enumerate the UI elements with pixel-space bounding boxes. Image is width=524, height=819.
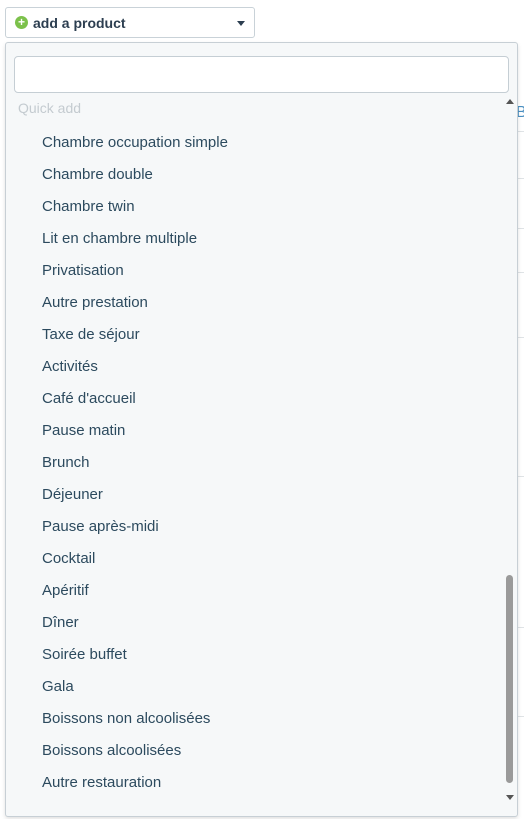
dropdown-option[interactable]: Dîner bbox=[6, 607, 502, 639]
dropdown-option[interactable]: Chambre twin bbox=[6, 191, 502, 223]
dropdown-option[interactable]: Pause après-midi bbox=[6, 511, 502, 543]
add-product-select[interactable]: + add a product bbox=[5, 7, 255, 38]
scrollbar-thumb[interactable] bbox=[506, 575, 513, 783]
dropdown-option[interactable]: Chambre double bbox=[6, 159, 502, 191]
background-divider bbox=[518, 337, 524, 338]
scroll-up-arrow-icon[interactable] bbox=[506, 99, 514, 104]
dropdown-option[interactable]: Gala bbox=[6, 671, 502, 703]
dropdown-option[interactable]: Autre restauration bbox=[6, 767, 502, 799]
search-input[interactable] bbox=[14, 56, 509, 93]
dropdown-option[interactable]: Cocktail bbox=[6, 543, 502, 575]
background-divider bbox=[518, 131, 524, 132]
option-list: Chambre occupation simple Chambre double… bbox=[6, 127, 502, 799]
product-dropdown: Quick add Chambre occupation simple Cham… bbox=[5, 42, 518, 817]
dropdown-option[interactable]: Chambre occupation simple bbox=[6, 127, 502, 159]
dropdown-option[interactable]: Déjeuner bbox=[6, 479, 502, 511]
dropdown-option[interactable]: Brunch bbox=[6, 447, 502, 479]
dropdown-option[interactable]: Autre prestation bbox=[6, 287, 502, 319]
caret-down-icon bbox=[237, 21, 245, 26]
dropdown-option[interactable]: Taxe de séjour bbox=[6, 319, 502, 351]
dropdown-option[interactable]: Activités bbox=[6, 351, 502, 383]
background-divider bbox=[518, 716, 524, 717]
dropdown-option[interactable]: Privatisation bbox=[6, 255, 502, 287]
dropdown-option[interactable]: Café d'accueil bbox=[6, 383, 502, 415]
background-divider bbox=[518, 228, 524, 229]
dropdown-option[interactable]: Soirée buffet bbox=[6, 639, 502, 671]
dropdown-option[interactable]: Apéritif bbox=[6, 575, 502, 607]
group-header-quick-add: Quick add bbox=[18, 100, 82, 116]
add-product-label: add a product bbox=[33, 15, 126, 31]
dropdown-option[interactable]: Pause matin bbox=[6, 415, 502, 447]
dropdown-option[interactable]: Boissons non alcoolisées bbox=[6, 703, 502, 735]
dropdown-option[interactable]: Lit en chambre multiple bbox=[6, 223, 502, 255]
background-divider bbox=[518, 627, 524, 628]
background-divider bbox=[518, 272, 524, 273]
plus-circle-icon: + bbox=[15, 16, 28, 29]
background-divider bbox=[518, 178, 524, 179]
scroll-down-arrow-icon[interactable] bbox=[506, 795, 514, 800]
background-divider bbox=[518, 476, 524, 477]
dropdown-scrollbar[interactable] bbox=[504, 99, 516, 805]
dropdown-option[interactable]: Boissons alcoolisées bbox=[6, 735, 502, 767]
